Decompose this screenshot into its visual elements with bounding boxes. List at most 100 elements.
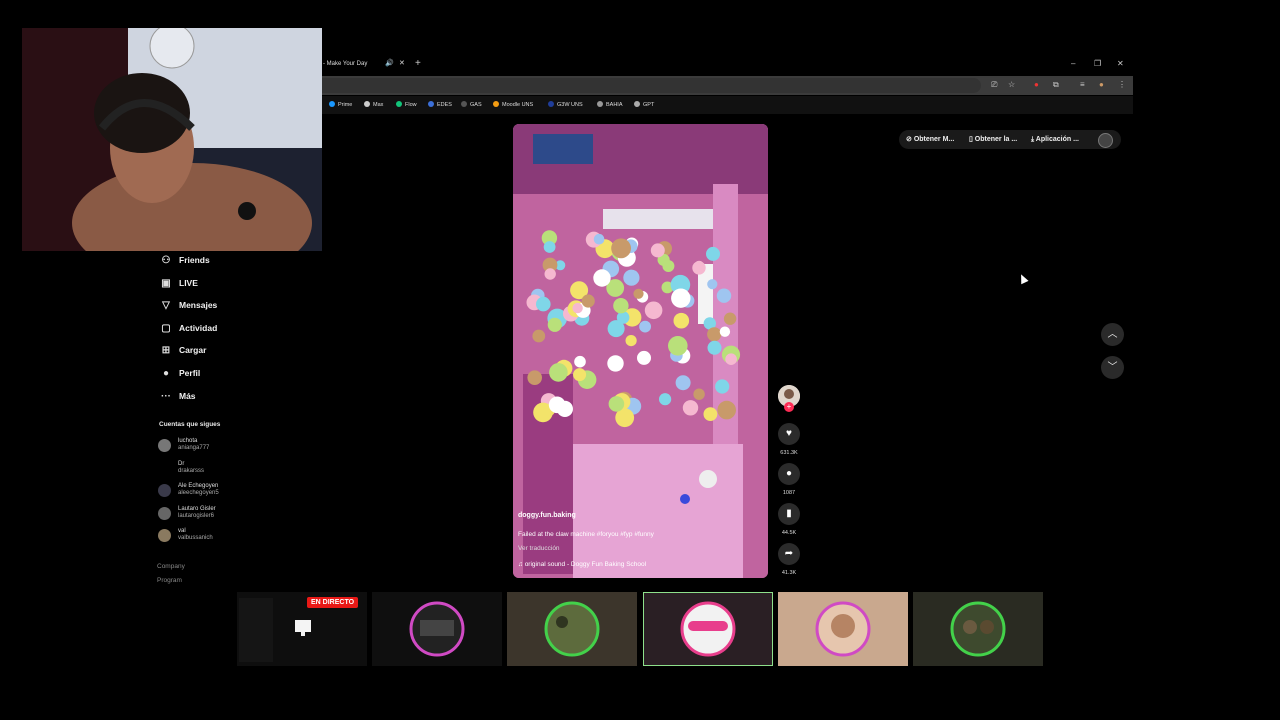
address-bar[interactable] — [321, 78, 981, 93]
webcam-image — [22, 28, 322, 251]
video-username[interactable]: doggy.fun.baking — [518, 512, 576, 519]
emote-tile-1[interactable] — [372, 592, 502, 666]
get-app-button[interactable]: ▯ Obtener la ... — [969, 130, 1017, 149]
user-avatar[interactable] — [1098, 133, 1113, 148]
next-video-button[interactable]: ﹀ — [1101, 356, 1124, 379]
emote-tile-2[interactable] — [507, 592, 637, 666]
footer-company-link[interactable]: Company — [157, 563, 185, 570]
bookmark-gpt[interactable]: GPT — [634, 99, 654, 111]
bookmark-label: Max — [373, 102, 384, 108]
followed-account[interactable]: val valbussanich — [158, 526, 248, 546]
sound-label: original sound - Doggy Fun Baking School — [524, 561, 647, 568]
footer-program-link[interactable]: Program — [157, 577, 182, 584]
get-coins-button[interactable]: ⊘ Obtener M... — [906, 130, 954, 149]
heart-icon: ♥ — [786, 428, 792, 439]
bookmark-label: Moodle UNS — [502, 102, 534, 108]
previous-video-button[interactable]: ︿ — [1101, 323, 1124, 346]
bookmark-label: BAHIA — [606, 102, 623, 108]
save-button[interactable]: ▮ — [778, 503, 800, 525]
bookmark-favicon-icon — [597, 101, 603, 107]
bookmark-moodle-uns[interactable]: Moodle UNS — [493, 99, 533, 111]
followed-account[interactable]: Dr drakarsss — [158, 459, 248, 479]
new-tab-button[interactable]: + — [415, 57, 421, 71]
sidebar-item-actividad[interactable]: ▢ Actividad — [159, 319, 217, 337]
sidebar-item-label: Más — [179, 390, 196, 401]
sidebar-item-mensajes[interactable]: ▽ Mensajes — [159, 296, 217, 314]
avatar — [158, 529, 171, 543]
restore-button[interactable]: ❐ — [1094, 57, 1101, 71]
minimize-button[interactable]: – — [1071, 57, 1075, 71]
save-count: 44.5K — [781, 530, 797, 536]
bookmark-label: Flow — [405, 102, 417, 108]
duo-emote-icon — [950, 601, 1006, 657]
share-button[interactable]: ➦ — [778, 543, 800, 565]
bookmark-prime[interactable]: Prime — [329, 99, 352, 111]
bookmark-max[interactable]: Max — [364, 99, 383, 111]
video-sound[interactable]: ♫ original sound - Doggy Fun Baking Scho… — [518, 561, 646, 568]
emote-tile-5[interactable] — [913, 592, 1043, 666]
followed-account[interactable]: luchota anianga777 — [158, 436, 248, 456]
followed-account[interactable]: Lautaro Gisler lautarogisler6 — [158, 504, 248, 524]
bookmark-favicon-icon — [428, 101, 434, 107]
comment-icon: ● — [785, 468, 793, 479]
bookmark-favicon-icon — [396, 101, 402, 107]
bookmark-favicon-icon — [329, 101, 335, 107]
mouse-cursor — [1017, 272, 1029, 285]
account-name: val — [178, 528, 186, 535]
followed-account[interactable]: Ale Echegoyen aleechegoyen5 — [158, 481, 248, 501]
like-button[interactable]: ♥ — [778, 423, 800, 445]
tab-close-icon[interactable]: ✕ — [399, 57, 405, 71]
account-name: Dr — [178, 460, 185, 467]
sidebar-item-cargar[interactable]: ⊞ Cargar — [159, 341, 207, 359]
comment-button[interactable]: ● — [778, 463, 800, 485]
bookmark-label: GAS — [470, 102, 482, 108]
extensions-puzzle-icon[interactable]: ⧉ — [1053, 80, 1059, 90]
knight-emote-icon — [409, 601, 465, 657]
emote-tile-4[interactable] — [778, 592, 908, 666]
browser-tab[interactable]: - Make Your Day 🔊 ✕ — [321, 57, 409, 71]
webcam-overlay — [22, 28, 322, 251]
reading-list-icon[interactable]: ≡ — [1080, 80, 1085, 90]
extension-red-icon[interactable]: ● — [1034, 80, 1039, 90]
plush-toys — [513, 124, 768, 578]
sidebar-item-ms[interactable]: ··· Más — [159, 387, 196, 405]
bookmark-icon: ▮ — [786, 508, 792, 519]
bookmark-flow[interactable]: Flow — [396, 99, 417, 111]
account-handle: aleechegoyen5 — [178, 490, 219, 497]
translate-link[interactable]: Ver traducción — [518, 545, 560, 552]
bookmark-star-icon[interactable]: ☆ — [1008, 80, 1015, 90]
music-note-icon: ♫ — [518, 561, 525, 568]
upload-icon: ⊞ — [161, 345, 171, 357]
get-app-label: Obtener la ... — [974, 136, 1018, 143]
browser-menu-icon[interactable]: ⋮ — [1118, 80, 1126, 90]
sidebar-item-perfil[interactable]: ● Perfil — [159, 364, 200, 382]
face-emote-icon — [815, 601, 871, 657]
get-coins-label: Obtener M... — [913, 136, 955, 143]
sidebar-item-live[interactable]: ▣ LIVE — [159, 274, 198, 292]
comment-count: 1087 — [782, 490, 796, 496]
bookmark-bahia[interactable]: BAHIA — [597, 99, 623, 111]
avatar — [158, 439, 171, 452]
chevron-up-icon: ︿ — [1107, 329, 1118, 340]
install-app-icon[interactable]: ⎚ — [991, 80, 997, 90]
bookmark-gas[interactable]: GAS — [461, 99, 482, 111]
account-name: Ale Echegoyen — [178, 483, 219, 490]
profile-avatar-icon[interactable]: ● — [1099, 80, 1104, 90]
close-window-button[interactable]: ✕ — [1117, 57, 1124, 71]
live-icon: ▣ — [161, 277, 171, 289]
speaker-icon[interactable]: 🔊 — [385, 57, 394, 71]
desktop-app-button[interactable]: ⤓ Aplicación ... — [1031, 130, 1079, 149]
mask-emote-icon — [680, 601, 736, 657]
bookmark-favicon-icon — [634, 101, 640, 107]
bookmark-g3w-uns[interactable]: G3W UNS — [548, 99, 583, 111]
emote-tile-3[interactable] — [643, 592, 773, 666]
sidebar-item-friends[interactable]: ⚇ Friends — [159, 251, 210, 269]
follow-plus-icon[interactable]: + — [784, 402, 794, 412]
avatar — [158, 484, 171, 498]
account-name: luchota — [178, 438, 198, 444]
share-icon: ➦ — [784, 548, 794, 559]
bookmark-edes[interactable]: EDES — [428, 99, 452, 111]
like-count: 631.3K — [780, 450, 798, 456]
desktop-app-label: Aplicación ... — [1035, 136, 1079, 143]
activity-icon: ▢ — [161, 322, 171, 334]
